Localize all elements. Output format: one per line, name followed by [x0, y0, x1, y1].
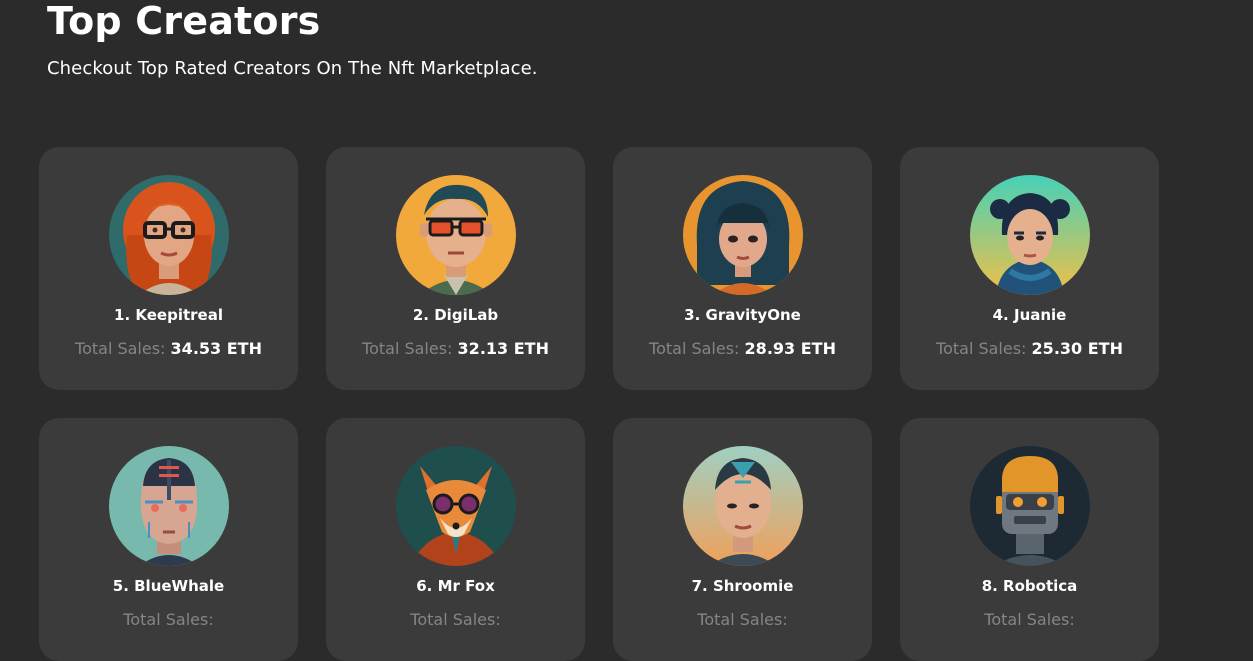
creator-sales: Total Sales: 34.53 ETH: [39, 337, 298, 361]
creator-name: 4. Juanie: [992, 306, 1067, 324]
fox-sunglasses-avatar: [396, 446, 516, 566]
sales-label: Total Sales:: [697, 610, 788, 629]
creator-card[interactable]: 8. Robotica Total Sales:: [900, 418, 1159, 661]
creator-sales: Total Sales:: [900, 608, 1159, 632]
sales-value: 25.30 ETH: [1031, 339, 1123, 358]
woman-black-bob-avatar: [683, 175, 803, 295]
sales-label: Total Sales:: [649, 339, 740, 358]
man-glasses-avatar: [396, 175, 516, 295]
creator-avatar[interactable]: [683, 446, 803, 566]
sales-label: Total Sales:: [410, 610, 501, 629]
creator-name: 3. GravityOne: [684, 306, 801, 324]
creator-avatar[interactable]: [683, 175, 803, 295]
creator-avatar[interactable]: [109, 446, 229, 566]
sales-label: Total Sales:: [984, 610, 1075, 629]
sales-label: Total Sales:: [123, 610, 214, 629]
woman-blue-scarf-avatar: [970, 175, 1090, 295]
creator-avatar[interactable]: [396, 175, 516, 295]
creator-avatar[interactable]: [396, 446, 516, 566]
page-title: Top Creators: [47, 0, 321, 43]
sales-label: Total Sales:: [362, 339, 453, 358]
creator-sales: Total Sales: 32.13 ETH: [326, 337, 585, 361]
creator-card[interactable]: 3. GravityOne Total Sales: 28.93 ETH: [613, 147, 872, 390]
bald-man-tattoo-avatar: [683, 446, 803, 566]
creator-sales: Total Sales: 25.30 ETH: [900, 337, 1159, 361]
creators-grid: 1. Keepitreal Total Sales: 34.53 ETH 2. …: [39, 147, 1159, 661]
creator-avatar[interactable]: [109, 175, 229, 295]
creator-avatar[interactable]: [970, 175, 1090, 295]
creator-sales: Total Sales:: [39, 608, 298, 632]
page-subtitle: Checkout Top Rated Creators On The Nft M…: [47, 58, 538, 79]
robot-head-avatar: [970, 446, 1090, 566]
sales-value: 34.53 ETH: [170, 339, 262, 358]
sales-value: 28.93 ETH: [744, 339, 836, 358]
cyborg-face-avatar: [109, 446, 229, 566]
creator-card[interactable]: 6. Mr Fox Total Sales:: [326, 418, 585, 661]
creator-sales: Total Sales:: [613, 608, 872, 632]
creator-card[interactable]: 1. Keepitreal Total Sales: 34.53 ETH: [39, 147, 298, 390]
sales-value: 32.13 ETH: [457, 339, 549, 358]
woman-red-hair-glasses-avatar: [109, 175, 229, 295]
creator-card[interactable]: 4. Juanie Total Sales: 25.30 ETH: [900, 147, 1159, 390]
creator-sales: Total Sales: 28.93 ETH: [613, 337, 872, 361]
creator-sales: Total Sales:: [326, 608, 585, 632]
creator-card[interactable]: 7. Shroomie Total Sales:: [613, 418, 872, 661]
creator-card[interactable]: 5. BlueWhale Total Sales:: [39, 418, 298, 661]
creator-card[interactable]: 2. DigiLab Total Sales: 32.13 ETH: [326, 147, 585, 390]
creator-name: 2. DigiLab: [412, 306, 499, 324]
creator-name: 1. Keepitreal: [114, 306, 223, 324]
creator-avatar[interactable]: [970, 446, 1090, 566]
sales-label: Total Sales:: [75, 339, 166, 358]
sales-label: Total Sales:: [936, 339, 1027, 358]
